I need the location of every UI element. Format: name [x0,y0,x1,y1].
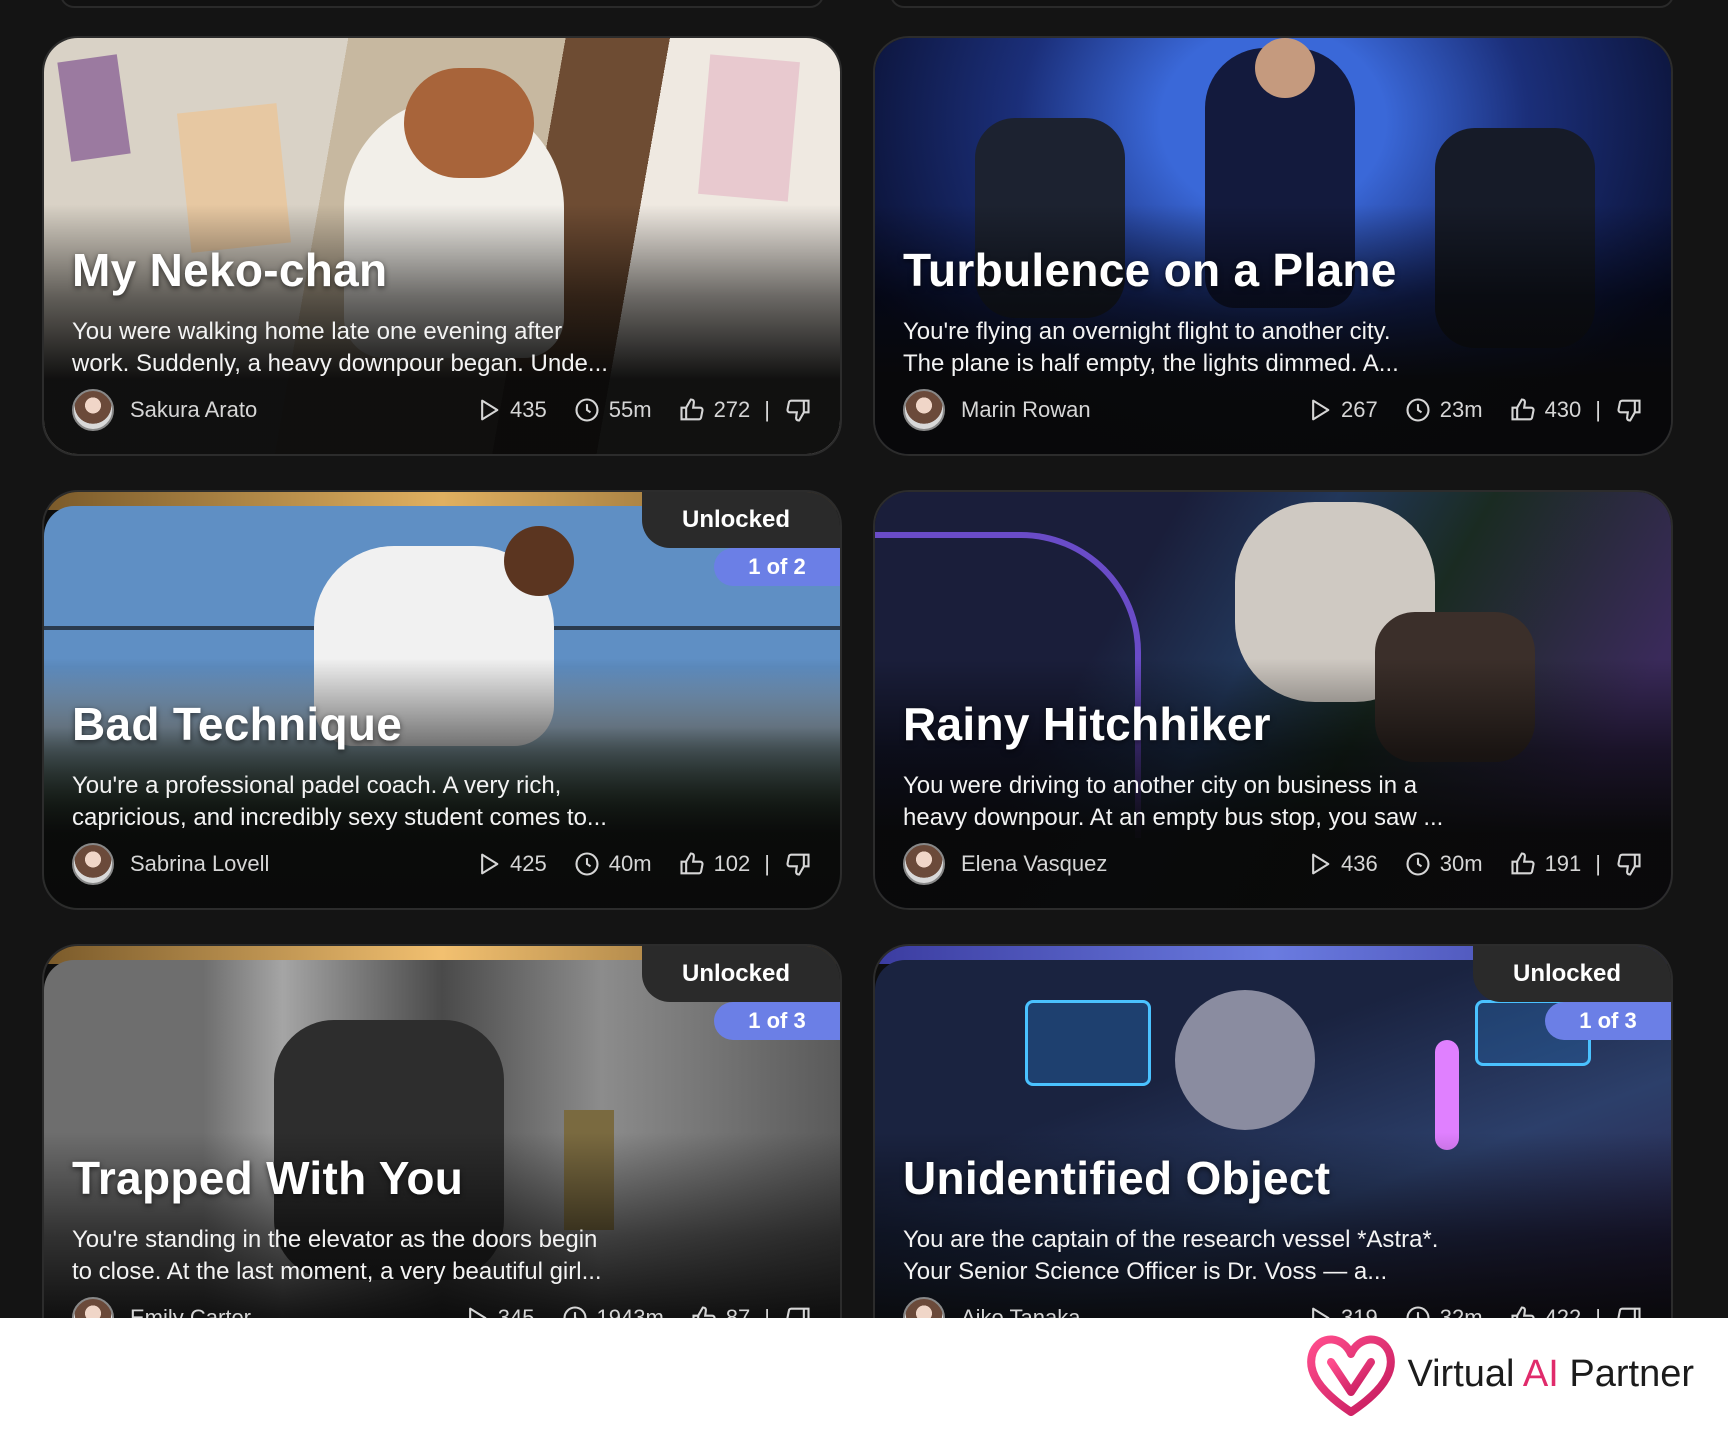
thumbs-up-icon[interactable] [678,396,706,424]
thumbs-down-icon[interactable] [1615,850,1643,878]
author-name[interactable]: Sakura Arato [130,397,448,423]
plays-stat: 436 [1305,850,1378,878]
unlocked-label: Unlocked [1473,946,1671,1002]
plays-stat: 425 [474,850,547,878]
story-meta: Elena Vasquez 436 30m 191 | [903,843,1643,885]
story-grid: My Neko-chan You were walking home late … [0,0,1728,1318]
duration-stat: 55m [573,396,652,424]
story-card[interactable]: Unlocked 1 of 3 Trapped With You You're … [42,944,842,1318]
unlocked-label: Unlocked [642,492,840,548]
play-icon [481,399,499,421]
story-meta: Emily Carter 345 1943m 87 | [72,1297,812,1318]
duration-stat: 40m [573,850,652,878]
play-icon [1312,1307,1330,1318]
clock-icon [575,398,599,422]
likes-stat[interactable]: 102 | [678,850,812,878]
thumbs-up-icon[interactable] [690,1304,718,1318]
story-description: You were walking home late one evening a… [72,318,608,377]
duration-stat: 30m [1404,850,1483,878]
story-card[interactable]: My Neko-chan You were walking home late … [42,36,842,456]
clock-icon [1406,1306,1430,1318]
story-card[interactable]: Rainy Hitchhiker You were driving to ano… [873,490,1673,910]
story-description: You're standing in the elevator as the d… [72,1226,602,1285]
clock-icon [1406,398,1430,422]
author-avatar[interactable] [903,843,945,885]
unlock-count: 1 of 2 [714,548,840,586]
play-icon [1312,399,1330,421]
story-description: You're flying an overnight flight to ano… [903,318,1399,377]
author-avatar[interactable] [72,389,114,431]
thumbs-down-icon[interactable] [1615,1304,1643,1318]
likes-stat[interactable]: 272 | [678,396,812,424]
story-meta: Marin Rowan 267 23m 430 | [903,389,1643,431]
story-card[interactable]: Unlocked 1 of 2 Bad Technique You're a p… [42,490,842,910]
play-icon [1312,853,1330,875]
brand-logo: Virtual AI Partner [1305,1332,1694,1416]
likes-stat[interactable]: 422 | [1509,1304,1643,1318]
story-title: Rainy Hitchhiker [903,698,1271,750]
author-name[interactable]: Elena Vasquez [961,851,1279,877]
plays-stat: 345 [462,1304,535,1318]
likes-stat[interactable]: 87 | [690,1304,812,1318]
author-avatar[interactable] [72,1297,114,1318]
story-meta: Aiko Tanaka 319 32m 422 | [903,1297,1643,1318]
duration-stat: 1943m [561,1304,664,1318]
logo-text: Virtual AI Partner [1407,1352,1694,1395]
thumbs-up-icon[interactable] [1509,1304,1537,1318]
unlock-count: 1 of 3 [714,1002,840,1040]
unlock-count: 1 of 3 [1545,1002,1671,1040]
story-title: Turbulence on a Plane [903,244,1397,296]
thumbs-down-icon[interactable] [784,396,812,424]
story-description: You're a professional padel coach. A ver… [72,772,607,831]
story-description: You were driving to another city on busi… [903,772,1444,831]
thumbs-down-icon[interactable] [784,1304,812,1318]
author-name[interactable]: Marin Rowan [961,397,1279,423]
author-name[interactable]: Emily Carter [130,1305,436,1318]
play-icon [481,853,499,875]
clock-icon [562,1306,587,1318]
story-title: My Neko-chan [72,244,388,296]
story-title: Trapped With You [72,1152,464,1204]
play-icon [468,1307,487,1318]
thumbs-up-icon[interactable] [678,850,706,878]
author-avatar[interactable] [72,843,114,885]
thumbs-down-icon[interactable] [784,850,812,878]
heart-logo-icon [1307,1335,1396,1416]
story-card[interactable]: Turbulence on a Plane You're flying an o… [873,36,1673,456]
author-name[interactable]: Sabrina Lovell [130,851,448,877]
unlocked-label: Unlocked [642,946,840,1002]
plays-stat: 319 [1305,1304,1378,1318]
author-avatar[interactable] [903,1297,945,1318]
duration-stat: 32m [1404,1304,1483,1318]
previous-card-edge [60,0,824,8]
story-title: Bad Technique [72,698,403,750]
plays-stat: 435 [474,396,547,424]
story-description: You are the captain of the research vess… [903,1226,1439,1285]
story-meta: Sabrina Lovell 425 40m 102 | [72,843,812,885]
thumbs-down-icon[interactable] [1615,396,1643,424]
likes-stat[interactable]: 430 | [1509,396,1643,424]
thumbs-up-icon[interactable] [1509,850,1537,878]
story-title: Unidentified Object [903,1152,1331,1204]
previous-card-edge [890,0,1674,8]
story-card[interactable]: Unlocked 1 of 3 Unidentified Object You … [873,944,1673,1318]
clock-icon [1406,852,1430,876]
likes-stat[interactable]: 191 | [1509,850,1643,878]
story-meta: Sakura Arato 435 55m 272 | [72,389,812,431]
thumbs-up-icon[interactable] [1509,396,1537,424]
author-avatar[interactable] [903,389,945,431]
author-name[interactable]: Aiko Tanaka [961,1305,1279,1318]
clock-icon [575,852,599,876]
plays-stat: 267 [1305,396,1378,424]
duration-stat: 23m [1404,396,1483,424]
